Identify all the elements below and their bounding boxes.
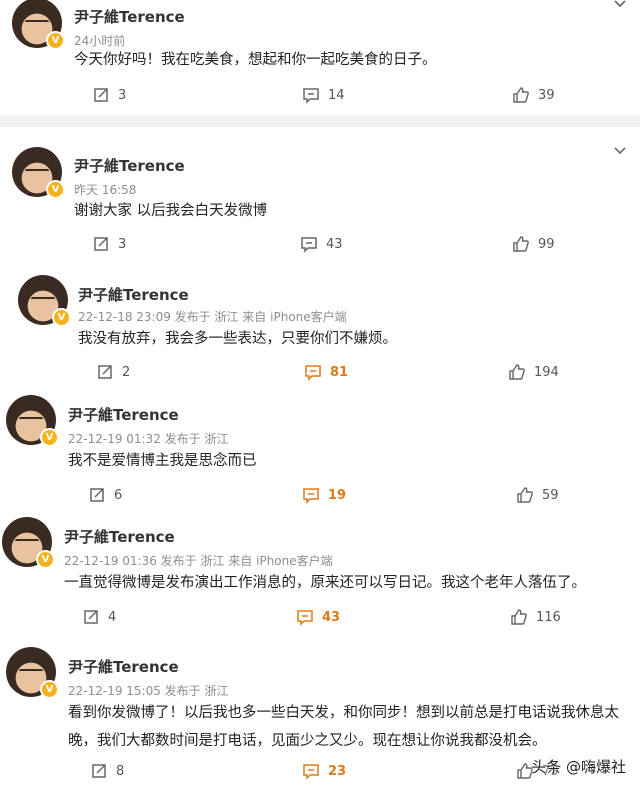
chevron-down-icon[interactable] — [612, 143, 628, 159]
repost-button[interactable]: 3 — [92, 235, 126, 253]
repost-count: 6 — [114, 487, 123, 503]
post-card-2: V 尹子維Terence 昨天 16:58 谢谢大家 以后我会白天发微博 3 4… — [0, 127, 640, 267]
post-text: 我没有放弃，我会多一些表达，只要你们不嫌烦。 — [78, 331, 397, 347]
repost-count: 2 — [122, 364, 131, 380]
like-button[interactable]: 99 — [512, 235, 555, 253]
repost-button[interactable]: 3 — [92, 86, 126, 104]
like-count: 194 — [534, 364, 559, 380]
post-card-1: V 尹子維Terence 24小时前 今天你好吗！我在吃美食，想起和你一起吃美食… — [0, 0, 640, 115]
avatar[interactable]: V — [18, 275, 71, 327]
verified-badge-icon: V — [40, 428, 59, 447]
post-card-5: V 尹子維Terence 22-12-19 01:36 发布于 浙江 来自 iP… — [0, 507, 640, 637]
like-button[interactable]: 59 — [516, 486, 559, 504]
repost-button[interactable]: 2 — [96, 363, 130, 381]
post-text: 我不是爱情博主我是思念而已 — [68, 453, 257, 469]
comment-button[interactable]: 23 — [302, 762, 346, 780]
like-count: 59 — [542, 487, 559, 503]
post-text: 看到你发微博了！以后我也多一些白天发，和你同步！想到以前总是打电话说我休息太晚，… — [68, 705, 619, 749]
comment-button[interactable]: 81 — [304, 363, 348, 381]
comment-count: 43 — [322, 609, 341, 625]
repost-icon — [84, 610, 98, 624]
watermark: 头条 @嗨爆社 — [531, 758, 626, 776]
author-name[interactable]: 尹子維Terence — [74, 6, 185, 27]
like-icon — [511, 609, 527, 625]
author-name[interactable]: 尹子維Terence — [68, 656, 179, 677]
repost-button[interactable]: 6 — [88, 486, 122, 504]
like-button[interactable]: 194 — [508, 363, 559, 381]
post-text: 今天你好吗！我在吃美食，想起和你一起吃美食的日子。 — [74, 52, 437, 68]
post-time: 22-12-19 15:05 发布于 浙江 — [68, 684, 229, 698]
comment-icon — [305, 365, 321, 381]
comment-button[interactable]: 14 — [302, 86, 345, 104]
comment-count: 23 — [328, 763, 347, 779]
repost-icon — [94, 237, 108, 251]
author-name[interactable]: 尹子維Terence — [64, 526, 175, 547]
like-icon — [513, 87, 529, 103]
post-time: 昨天 16:58 — [74, 183, 137, 197]
author-name[interactable]: 尹子維Terence — [78, 284, 189, 305]
comment-icon — [303, 488, 319, 504]
repost-icon — [98, 365, 112, 379]
repost-count: 8 — [116, 763, 125, 779]
post-card-4: V 尹子維Terence 22-12-19 01:32 发布于 浙江 我不是爱情… — [0, 389, 640, 507]
verified-badge-icon: V — [46, 180, 65, 199]
repost-button[interactable]: 8 — [90, 762, 124, 780]
comment-count: 19 — [328, 487, 347, 503]
comment-count: 43 — [326, 236, 343, 252]
avatar[interactable]: V — [2, 517, 55, 569]
comment-count: 14 — [328, 87, 345, 103]
verified-badge-icon: V — [40, 680, 59, 699]
comment-icon — [303, 764, 319, 780]
repost-count: 4 — [108, 609, 117, 625]
post-time: 22-12-19 01:36 发布于 浙江 来自 iPhone客户端 — [64, 554, 333, 568]
author-name[interactable]: 尹子維Terence — [68, 404, 179, 425]
post-card-6: V 尹子維Terence 22-12-19 15:05 发布于 浙江 看到你发微… — [0, 637, 640, 785]
avatar[interactable]: V — [6, 647, 59, 699]
author-name[interactable]: 尹子維Terence — [74, 155, 185, 176]
post-card-3: V 尹子維Terence 22-12-18 23:09 发布于 浙江 来自 iP… — [0, 267, 640, 389]
repost-count: 3 — [118, 87, 127, 103]
repost-icon — [94, 88, 108, 102]
comment-icon — [301, 237, 317, 253]
verified-badge-icon: V — [52, 308, 71, 327]
like-icon — [517, 487, 533, 503]
comment-icon — [297, 610, 313, 626]
chevron-down-icon[interactable] — [612, 0, 628, 12]
like-count: 116 — [536, 609, 561, 625]
comment-button[interactable]: 43 — [300, 235, 343, 253]
avatar[interactable]: V — [12, 0, 65, 50]
like-icon — [509, 364, 525, 380]
comment-count: 81 — [330, 364, 349, 380]
like-count: 99 — [538, 236, 555, 252]
verified-badge-icon: V — [36, 550, 55, 569]
post-text: 谢谢大家 以后我会白天发微博 — [74, 203, 268, 219]
repost-count: 3 — [118, 236, 127, 252]
comment-button[interactable]: 19 — [302, 486, 346, 504]
repost-button[interactable]: 4 — [82, 608, 116, 626]
like-icon — [513, 236, 529, 252]
verified-badge-icon: V — [46, 31, 65, 50]
comment-button[interactable]: 43 — [296, 608, 340, 626]
post-time: 22-12-18 23:09 发布于 浙江 来自 iPhone客户端 — [78, 310, 347, 324]
repost-icon — [92, 764, 106, 778]
like-count: 39 — [538, 87, 555, 103]
like-button[interactable]: 39 — [512, 86, 555, 104]
like-button[interactable]: 116 — [510, 608, 561, 626]
post-time: 22-12-19 01:32 发布于 浙江 — [68, 432, 229, 446]
repost-icon — [90, 488, 104, 502]
post-text: 一直觉得微博是发布演出工作消息的，原来还可以写日记。我这个老年人落伍了。 — [64, 575, 586, 591]
avatar[interactable]: V — [6, 395, 59, 447]
comment-icon — [303, 88, 319, 104]
avatar[interactable]: V — [12, 147, 65, 199]
